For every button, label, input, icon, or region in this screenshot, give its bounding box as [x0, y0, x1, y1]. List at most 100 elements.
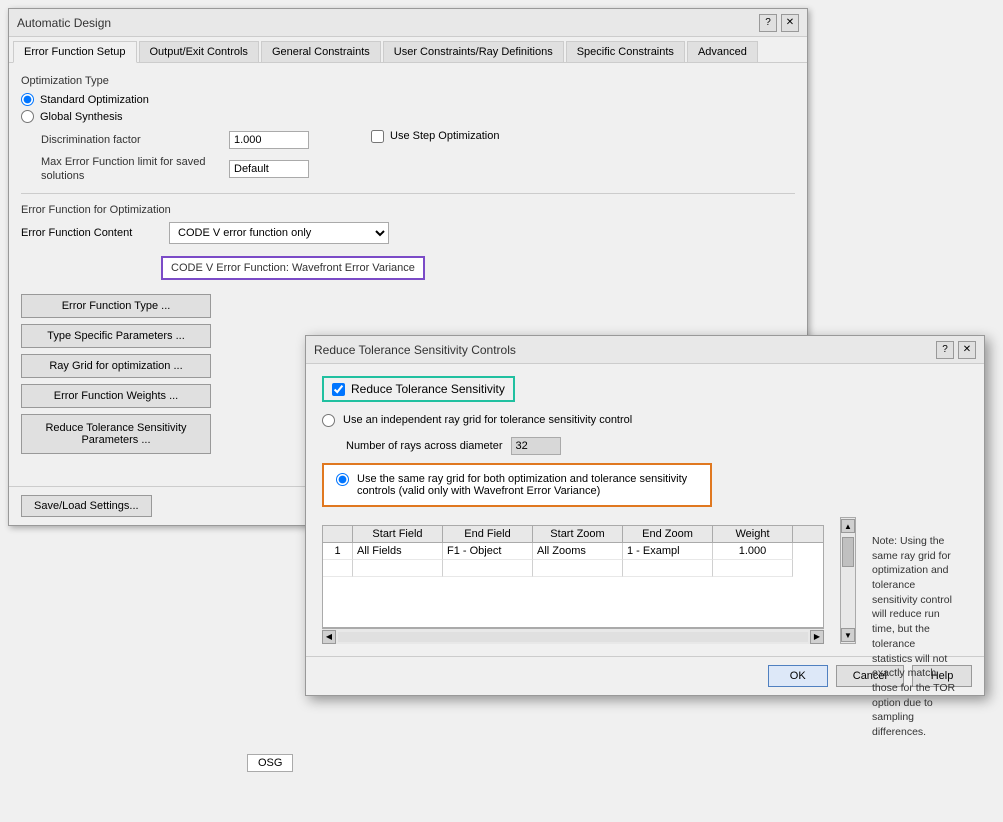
rays-row: Number of rays across diameter	[346, 437, 856, 455]
tab-user-constraints[interactable]: User Constraints/Ray Definitions	[383, 41, 564, 62]
dialog-content-area: Reduce Tolerance Sensitivity Use an inde…	[306, 364, 984, 656]
table-col-start-field: Start Field	[353, 526, 443, 542]
dialog-two-col: Use an independent ray grid for toleranc…	[322, 414, 968, 644]
independent-ray-grid-radio[interactable]	[322, 414, 335, 427]
v-scroll-thumb[interactable]	[842, 537, 854, 567]
dialog-title: Reduce Tolerance Sensitivity Controls	[314, 343, 516, 357]
dialog-title-controls: ? ✕	[936, 341, 976, 359]
table-cell-empty-2	[353, 560, 443, 577]
table-col-weight: Weight	[713, 526, 793, 542]
error-function-type-btn[interactable]: Error Function Type ...	[21, 294, 211, 318]
standard-opt-label: Standard Optimization	[40, 94, 149, 106]
max-error-label: Max Error Function limit for saved solut…	[41, 155, 221, 184]
tab-output-exit-controls[interactable]: Output/Exit Controls	[139, 41, 259, 62]
global-synth-radio[interactable]	[21, 110, 34, 123]
error-function-content-row: Error Function Content CODE V error func…	[21, 222, 795, 244]
title-bar-controls: ? ✕	[759, 14, 799, 32]
table-cell-empty-3	[443, 560, 533, 577]
type-specific-params-btn[interactable]: Type Specific Parameters ...	[21, 324, 211, 348]
osg-box: OSG	[247, 754, 293, 772]
global-synth-label: Global Synthesis	[40, 111, 123, 123]
table-cell-empty-1	[323, 560, 353, 577]
max-error-row: Max Error Function limit for saved solut…	[41, 155, 795, 184]
table-cell-empty-4	[533, 560, 623, 577]
standard-opt-radio[interactable]	[21, 93, 34, 106]
discrimination-input[interactable]	[229, 131, 309, 149]
table-header: Start Field End Field Start Zoom End Zoo…	[323, 526, 823, 543]
same-ray-grid-radio-label[interactable]: Use the same ray grid for both optimizat…	[336, 473, 698, 497]
dialog-title-bar: Reduce Tolerance Sensitivity Controls ? …	[306, 336, 984, 364]
error-function-content-label: Error Function Content	[21, 227, 161, 239]
section-separator-1	[21, 193, 795, 194]
discrimination-label: Discrimination factor	[41, 134, 221, 146]
table-col-start-zoom: Start Zoom	[533, 526, 623, 542]
table-cell-end-zoom-1: 1 - Exampl	[623, 543, 713, 560]
table-col-num	[323, 526, 353, 542]
reduce-tolerance-dialog: Reduce Tolerance Sensitivity Controls ? …	[305, 335, 985, 696]
ray-grid-opt-btn[interactable]: Ray Grid for optimization ...	[21, 354, 211, 378]
orange-radio-box: Use the same ray grid for both optimizat…	[322, 463, 712, 507]
h-scroll-left-arrow[interactable]: ◀	[322, 630, 336, 644]
use-step-opt-checkbox[interactable]	[371, 130, 384, 143]
rays-input[interactable]	[511, 437, 561, 455]
table-cell-empty-6	[713, 560, 793, 577]
v-scroll-up-arrow[interactable]: ▲	[841, 519, 855, 533]
close-title-btn[interactable]: ✕	[781, 14, 799, 32]
dialog-note: Note: Using the same ray grid for optimi…	[872, 534, 958, 740]
use-step-opt-label: Use Step Optimization	[390, 130, 499, 142]
table-col-end-zoom: End Zoom	[623, 526, 713, 542]
tab-advanced[interactable]: Advanced	[687, 41, 758, 62]
independent-ray-grid-label: Use an independent ray grid for toleranc…	[343, 414, 632, 426]
table-cell-num-1: 1	[323, 543, 353, 560]
table-empty-space	[323, 577, 823, 627]
save-load-settings-btn[interactable]: Save/Load Settings...	[21, 495, 152, 517]
tab-error-function-setup[interactable]: Error Function Setup	[13, 41, 137, 63]
global-synth-radio-item[interactable]: Global Synthesis	[21, 110, 795, 123]
tab-general-constraints[interactable]: General Constraints	[261, 41, 381, 62]
error-function-content-select[interactable]: CODE V error function only	[169, 222, 389, 244]
v-scrollbar[interactable]: ▲ ▼	[840, 517, 856, 644]
reduce-tolerance-sensitivity-btn[interactable]: Reduce Tolerance Sensitivity Parameters …	[21, 414, 211, 454]
optimization-type-label: Optimization Type	[21, 75, 795, 87]
dialog-right-col: Note: Using the same ray grid for optimi…	[872, 414, 968, 644]
table-wrapper: Start Field End Field Start Zoom End Zoo…	[322, 517, 824, 644]
table-cell-weight-1: 1.000	[713, 543, 793, 560]
rays-label: Number of rays across diameter	[346, 440, 503, 452]
h-scroll-right-arrow[interactable]: ▶	[810, 630, 824, 644]
table-row-empty-1	[323, 560, 823, 577]
table-col-end-field: End Field	[443, 526, 533, 542]
dialog-help-btn[interactable]: ?	[936, 341, 954, 359]
use-step-opt-checkbox-row[interactable]: Use Step Optimization	[371, 130, 795, 143]
table-cell-empty-5	[623, 560, 713, 577]
tab-specific-constraints[interactable]: Specific Constraints	[566, 41, 685, 62]
table-cell-start-zoom-1: All Zooms	[533, 543, 623, 560]
osg-label: OSG	[258, 757, 282, 769]
independent-ray-grid-radio-label[interactable]: Use an independent ray grid for toleranc…	[322, 414, 856, 427]
error-function-display: CODE V Error Function: Wavefront Error V…	[161, 256, 425, 280]
table-container: Start Field End Field Start Zoom End Zoo…	[322, 517, 856, 644]
error-function-section: Error Function for Optimization Error Fu…	[21, 204, 795, 284]
reduce-tolerance-checkbox-label[interactable]: Reduce Tolerance Sensitivity	[322, 376, 515, 402]
main-window-title: Automatic Design	[17, 16, 111, 30]
v-scroll-down-arrow[interactable]: ▼	[841, 628, 855, 642]
dialog-left-col: Use an independent ray grid for toleranc…	[322, 414, 856, 644]
h-scroll-track[interactable]	[338, 632, 808, 642]
help-title-btn[interactable]: ?	[759, 14, 777, 32]
error-function-weights-btn[interactable]: Error Function Weights ...	[21, 384, 211, 408]
reduce-tolerance-checkbox[interactable]	[332, 383, 345, 396]
error-function-section-label: Error Function for Optimization	[21, 204, 795, 216]
same-ray-grid-radio[interactable]	[336, 473, 349, 486]
max-error-input[interactable]	[229, 160, 309, 178]
main-title-bar: Automatic Design ? ✕	[9, 9, 807, 37]
data-table: Start Field End Field Start Zoom End Zoo…	[322, 525, 824, 628]
table-cell-start-field-1: All Fields	[353, 543, 443, 560]
dialog-close-btn[interactable]: ✕	[958, 341, 976, 359]
tab-bar: Error Function Setup Output/Exit Control…	[9, 37, 807, 63]
optimization-type-radio-group: Standard Optimization Global Synthesis	[21, 93, 795, 123]
dialog-ok-btn[interactable]: OK	[768, 665, 828, 687]
standard-opt-radio-item[interactable]: Standard Optimization	[21, 93, 795, 106]
reduce-tolerance-checkbox-text: Reduce Tolerance Sensitivity	[351, 382, 505, 396]
table-cell-end-field-1: F1 - Object	[443, 543, 533, 560]
h-scrollbar[interactable]: ◀ ▶	[322, 628, 824, 644]
table-row-1: 1 All Fields F1 - Object All Zooms 1 - E…	[323, 543, 823, 560]
